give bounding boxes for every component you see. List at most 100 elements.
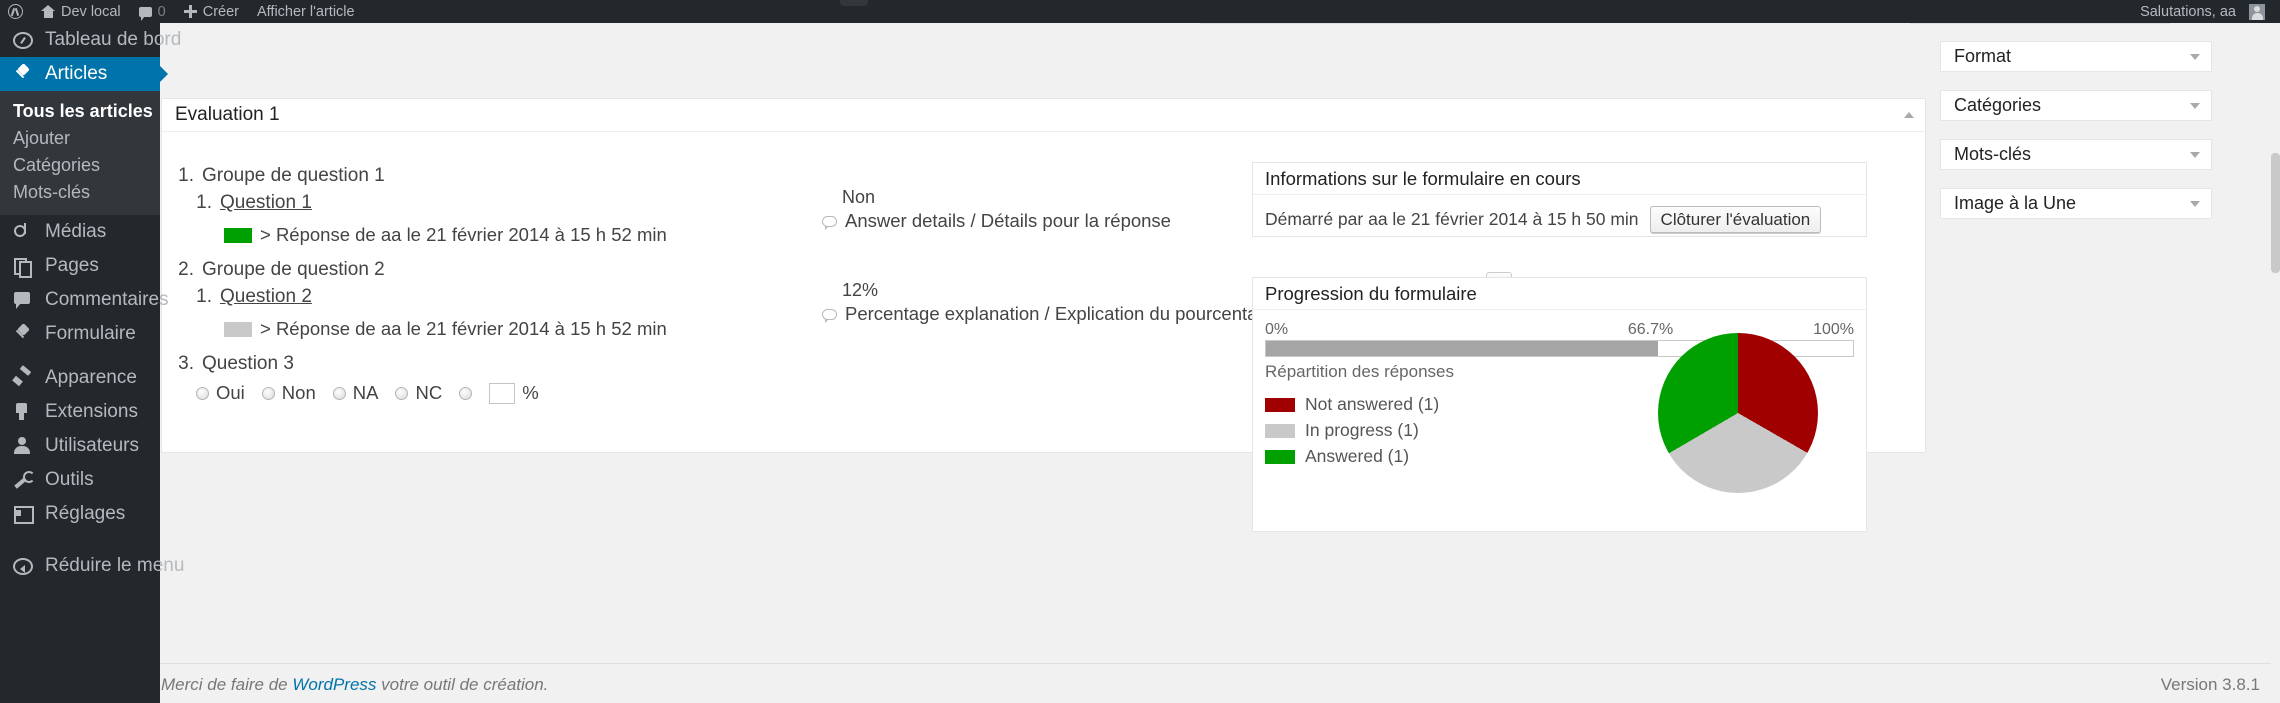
form-progress-body: 0% 66.7% 100% Répartition des réponses N…: [1253, 310, 1866, 493]
question-list: 1. Groupe de question 1 1. Question 1 > …: [178, 162, 798, 406]
sidebar-item-formulaire[interactable]: Formulaire: [0, 317, 160, 351]
metabox-tags[interactable]: Mots-clés: [1940, 139, 2212, 170]
greeting-label: Salutations, aa: [2140, 3, 2236, 20]
posts-submenu: Tous les articles Ajouter Catégories Mot…: [0, 91, 160, 215]
radio-option-na[interactable]: NA: [332, 382, 379, 404]
sidebar-item-media[interactable]: Médias: [0, 215, 160, 249]
evaluation-postbox-body: 1. Groupe de question 1 1. Question 1 > …: [162, 132, 1925, 532]
sidebar-item-pages[interactable]: Pages: [0, 249, 160, 283]
submenu-item-tags[interactable]: Mots-clés: [0, 179, 160, 206]
submenu-item-categories[interactable]: Catégories: [0, 152, 160, 179]
top-divider-right: [1910, 23, 2170, 24]
dashboard-icon: [13, 31, 33, 49]
site-name-label: Dev local: [61, 3, 121, 20]
wordpress-logo-icon: [8, 4, 23, 19]
percent-input[interactable]: [489, 382, 516, 404]
progress-scale: 0% 66.7% 100%: [1265, 321, 1854, 338]
sidebar-item-plugins[interactable]: Extensions: [0, 395, 160, 429]
sidebar-item-comments[interactable]: Commentaires: [0, 283, 169, 317]
site-name-button[interactable]: Dev local: [32, 0, 130, 23]
speech-bubble-icon: [822, 308, 837, 323]
radio-option-non[interactable]: Non: [261, 382, 316, 404]
comments-button[interactable]: 0: [130, 0, 175, 23]
sidebar-item-dashboard[interactable]: Tableau de bord: [0, 23, 181, 57]
legend-label: Answered (1): [1305, 446, 1410, 466]
metabox-featured-image[interactable]: Image à la Une: [1940, 188, 2212, 219]
metabox-categories[interactable]: Catégories: [1940, 90, 2212, 121]
footer-thanks-suffix: votre outil de création.: [376, 675, 549, 694]
question-number: 1.: [196, 192, 212, 213]
page-scrollbar-thumb[interactable]: [2271, 153, 2280, 273]
account-menu-button[interactable]: Salutations, aa: [2131, 0, 2280, 23]
sidebar-item-label: Apparence: [45, 367, 137, 388]
radio-option-oui[interactable]: Oui: [196, 382, 245, 404]
metabox-format[interactable]: Format: [1940, 41, 2212, 72]
wordpress-logo-button[interactable]: [0, 0, 32, 23]
question-row: 3. Question 3: [178, 350, 798, 377]
pages-icon: [13, 256, 33, 278]
sidebar-item-label: Extensions: [45, 401, 138, 422]
question-group-row: 1. Groupe de question 1: [178, 162, 798, 189]
answer-meta: > Réponse de aa le 21 février 2014 à 15 …: [260, 224, 667, 245]
question-group: 2. Groupe de question 2 1. Question 2 > …: [178, 256, 798, 340]
percent-suffix-label: %: [522, 382, 539, 403]
progress-scale-mid: 66.7%: [1627, 321, 1674, 338]
legend-swatch: [1265, 449, 1295, 464]
radio-option-nc[interactable]: NC: [395, 382, 442, 404]
comment-icon: [13, 290, 33, 310]
progress-scale-max: 100%: [1813, 321, 1854, 338]
form-info-body: Démarré par aa le 21 février 2014 à 15 h…: [1253, 195, 1866, 244]
page-scrollbar[interactable]: [2271, 23, 2280, 703]
radio-button-icon[interactable]: [395, 386, 409, 400]
radio-option-percent[interactable]: [459, 386, 473, 400]
brush-icon: [13, 368, 33, 388]
chevron-up-icon[interactable]: [1904, 112, 1914, 118]
chevron-down-icon[interactable]: [2190, 102, 2200, 109]
question-answer-row: > Réponse de aa le 21 février 2014 à 15 …: [224, 318, 798, 340]
pin-icon: [13, 64, 33, 84]
legend-label: In progress (1): [1305, 420, 1419, 440]
radio-label: Oui: [216, 382, 245, 403]
radio-button-icon[interactable]: [332, 386, 346, 400]
question-link[interactable]: Question 1: [220, 189, 312, 216]
chevron-down-icon[interactable]: [2190, 53, 2200, 60]
answer-detail-text: Percentage explanation / Explication du …: [845, 303, 1278, 324]
wordpress-link[interactable]: WordPress: [292, 675, 376, 694]
form-info-line: Démarré par aa le 21 février 2014 à 15 h…: [1265, 206, 1854, 233]
answer-detail-text: Answer details / Détails pour la réponse: [845, 210, 1171, 231]
radio-button-icon[interactable]: [261, 386, 275, 400]
home-icon: [41, 5, 55, 18]
sidebar-item-posts[interactable]: Articles: [0, 57, 168, 91]
radio-button-icon[interactable]: [459, 386, 473, 400]
status-swatch: [224, 321, 252, 337]
chevron-down-icon[interactable]: [2190, 151, 2200, 158]
submenu-item-add-new[interactable]: Ajouter: [0, 125, 160, 152]
radio-label: Non: [281, 382, 316, 403]
radio-label: NA: [352, 382, 379, 403]
new-content-button[interactable]: Créer: [175, 0, 248, 23]
metabox-title: Image à la Une: [1954, 193, 2077, 213]
collapse-menu-button[interactable]: Réduire le menu: [0, 549, 184, 583]
evaluation-postbox-header[interactable]: Evaluation 1: [162, 99, 1925, 132]
plus-icon: [183, 5, 197, 18]
sidebar-separator: [0, 351, 160, 361]
question-link[interactable]: Question 2: [220, 283, 312, 310]
form-info-box: Informations sur le formulaire en cours …: [1252, 162, 1867, 237]
radio-button-icon[interactable]: [196, 386, 209, 400]
sidebar-item-settings[interactable]: Réglages: [0, 497, 160, 531]
question-number: 1.: [196, 286, 212, 307]
question-row: 1. Question 2: [196, 283, 798, 310]
legend-label: Not answered (1): [1305, 394, 1440, 414]
close-evaluation-button[interactable]: Clôturer l'évaluation: [1649, 206, 1822, 233]
submenu-item-all-posts[interactable]: Tous les articles: [0, 98, 160, 125]
view-post-button[interactable]: Afficher l'article: [248, 0, 364, 23]
sidebar-item-tools[interactable]: Outils: [0, 463, 160, 497]
progress-bar-fill: [1266, 341, 1658, 356]
media-icon: [13, 222, 33, 242]
form-progress-box: Progression du formulaire 0% 66.7% 100% …: [1252, 277, 1867, 532]
sidebar-item-users[interactable]: Utilisateurs: [0, 429, 160, 463]
chevron-down-icon[interactable]: [2190, 200, 2200, 207]
sidebar-item-appearance[interactable]: Apparence: [0, 361, 160, 395]
collapse-arrow-icon: [13, 557, 33, 575]
page-title: Evaluation 1: [175, 104, 280, 125]
